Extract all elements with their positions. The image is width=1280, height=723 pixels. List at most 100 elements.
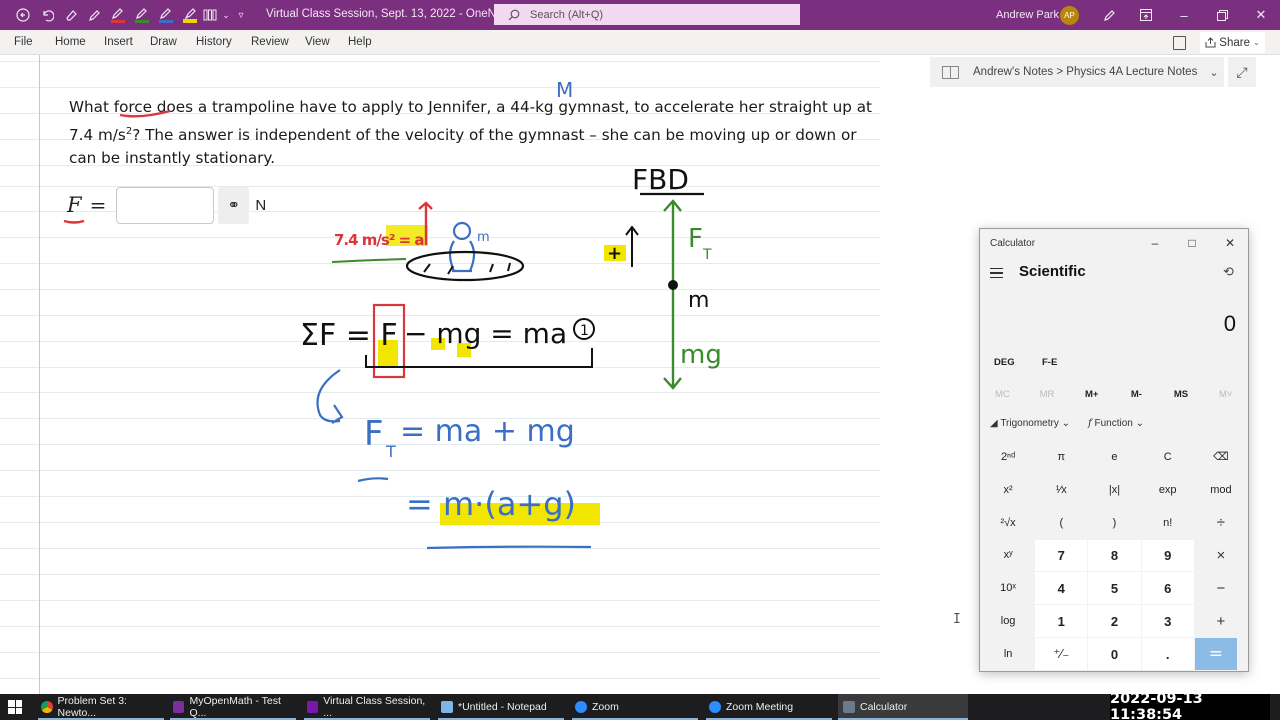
key-backspace[interactable]: ⌫ <box>1194 441 1247 473</box>
key-ten-power[interactable]: 10ˣ <box>982 572 1035 605</box>
key-1[interactable]: 1 <box>1035 605 1088 638</box>
search-placeholder: Search (Alt+Q) <box>530 8 604 21</box>
key-ln[interactable]: ln <box>982 638 1035 670</box>
key-power[interactable]: xʸ <box>982 539 1035 572</box>
answer-input[interactable] <box>116 186 215 224</box>
mr-button[interactable]: MR <box>1025 383 1070 405</box>
memory-list-button[interactable]: M˅ <box>1203 383 1248 405</box>
svg-text:1: 1 <box>580 323 589 339</box>
red-pen-icon[interactable] <box>107 5 129 25</box>
ms-button[interactable]: MS <box>1159 383 1204 405</box>
pen-icon[interactable] <box>83 5 105 25</box>
taskbar-item-myopenmath[interactable]: MyOpenMath - Test Q... <box>170 694 296 720</box>
ink-ft-label: F <box>688 224 703 254</box>
m-plus-button[interactable]: M+ <box>1069 383 1114 405</box>
key-multiply[interactable]: × <box>1194 539 1247 572</box>
key-open-paren[interactable]: ( <box>1035 506 1088 539</box>
key-equals[interactable]: = <box>1194 638 1237 670</box>
menu-help[interactable]: Help <box>348 36 372 48</box>
key-close-paren[interactable]: ) <box>1088 506 1141 539</box>
key-square[interactable]: x² <box>982 473 1035 506</box>
key-exp[interactable]: exp <box>1141 473 1194 506</box>
customize-icon[interactable]: ▿ <box>230 5 252 25</box>
key-negate[interactable]: ⁺⁄₋ <box>1035 638 1088 670</box>
share-button[interactable]: Share ⌄ <box>1200 32 1265 53</box>
mc-button[interactable]: MC <box>980 383 1025 405</box>
answer-row: F = ⚭ N <box>67 186 266 224</box>
key-log[interactable]: log <box>982 605 1035 638</box>
calc-maximize-button[interactable]: □ <box>1177 233 1207 253</box>
key-mod[interactable]: mod <box>1194 473 1247 506</box>
trigonometry-dropdown[interactable]: ◢ Trigonometry ⌄ <box>990 418 1070 429</box>
sticky-note-icon[interactable] <box>1173 36 1186 50</box>
eraser-icon[interactable] <box>60 5 82 25</box>
key-divide[interactable]: ÷ <box>1194 506 1247 539</box>
back-icon[interactable] <box>12 5 34 25</box>
search-icon <box>508 9 520 20</box>
menu-icon[interactable] <box>990 268 1003 281</box>
taskbar-item-zoom-meeting[interactable]: Zoom Meeting <box>706 694 832 720</box>
key-0[interactable]: 0 <box>1088 638 1141 670</box>
key-subtract[interactable]: − <box>1194 572 1247 605</box>
key-3[interactable]: 3 <box>1141 605 1194 638</box>
ribbon-display-icon[interactable] <box>1134 5 1158 25</box>
avatar[interactable]: AP <box>1060 6 1079 25</box>
m-minus-button[interactable]: M- <box>1114 383 1159 405</box>
key-4[interactable]: 4 <box>1035 572 1088 605</box>
key-5[interactable]: 5 <box>1088 572 1141 605</box>
ink-highlight-g2 <box>457 343 471 357</box>
taskbar-item-notepad[interactable]: *Untitled - Notepad <box>438 694 564 720</box>
fe-button[interactable]: F-E <box>1042 357 1057 368</box>
key-e[interactable]: e <box>1088 441 1141 473</box>
menu-file[interactable]: File <box>14 36 33 48</box>
key-decimal[interactable]: . <box>1141 638 1194 670</box>
menu-history[interactable]: History <box>196 36 232 48</box>
key-sqrt[interactable]: ²√x <box>982 506 1035 539</box>
calc-close-button[interactable]: ✕ <box>1215 233 1245 253</box>
menu-draw[interactable]: Draw <box>150 36 177 48</box>
ink-positive-arrow <box>625 225 639 267</box>
key-add[interactable]: + <box>1194 605 1247 638</box>
chevron-down-icon: ⌄ <box>1209 66 1219 79</box>
key-2[interactable]: 2 <box>1088 605 1141 638</box>
calculator-icon <box>843 701 855 713</box>
minimize-button[interactable]: – <box>1172 5 1196 25</box>
equals-sign: = <box>89 193 107 217</box>
windows-start-icon[interactable] <box>8 700 22 714</box>
blue-pen-icon[interactable] <box>155 5 177 25</box>
expand-icon[interactable]: ⤢ <box>1228 57 1256 87</box>
ink-ft: F <box>364 414 384 454</box>
menu-review[interactable]: Review <box>251 36 289 48</box>
taskbar-item-zoom[interactable]: Zoom <box>572 694 698 720</box>
taskbar-item-calculator[interactable]: Calculator <box>838 694 968 720</box>
yellow-highlighter-icon[interactable] <box>179 5 201 25</box>
key-7[interactable]: 7 <box>1035 539 1088 572</box>
menu-view[interactable]: View <box>305 36 330 48</box>
key-clear[interactable]: C <box>1141 441 1194 473</box>
taskbar-item-onenote[interactable]: Virtual Class Session, ... <box>304 694 430 720</box>
key-reciprocal[interactable]: ¹⁄x <box>1035 473 1088 506</box>
key-factorial[interactable]: n! <box>1141 506 1194 539</box>
menu-home[interactable]: Home <box>55 36 86 48</box>
key-2nd[interactable]: 2ⁿᵈ <box>982 441 1035 473</box>
menu-insert[interactable]: Insert <box>104 36 133 48</box>
calc-minimize-button[interactable]: – <box>1140 233 1170 253</box>
angle-mode-button[interactable]: DEG <box>994 357 1015 368</box>
history-icon[interactable]: ⟲ <box>1223 264 1234 280</box>
key-pi[interactable]: π <box>1035 441 1088 473</box>
coauthor-pen-icon[interactable] <box>1097 5 1121 25</box>
search-input[interactable]: Search (Alt+Q) <box>494 4 800 25</box>
function-dropdown[interactable]: f Function ⌄ <box>1088 418 1144 429</box>
key-icon[interactable]: ⚭ <box>218 186 250 224</box>
key-9[interactable]: 9 <box>1141 539 1194 572</box>
taskbar-item-chrome[interactable]: Problem Set 3: Newto... <box>38 694 164 720</box>
key-6[interactable]: 6 <box>1141 572 1194 605</box>
close-button[interactable]: ✕ <box>1249 5 1273 25</box>
key-abs[interactable]: |x| <box>1088 473 1141 506</box>
key-8[interactable]: 8 <box>1088 539 1141 572</box>
green-pen-icon[interactable] <box>131 5 153 25</box>
restore-button[interactable] <box>1210 5 1234 25</box>
user-name[interactable]: Andrew Park <box>996 9 1059 21</box>
notebook-breadcrumb[interactable]: Andrew's Notes > Physics 4A Lecture Note… <box>930 57 1224 87</box>
undo-icon[interactable] <box>36 5 58 25</box>
